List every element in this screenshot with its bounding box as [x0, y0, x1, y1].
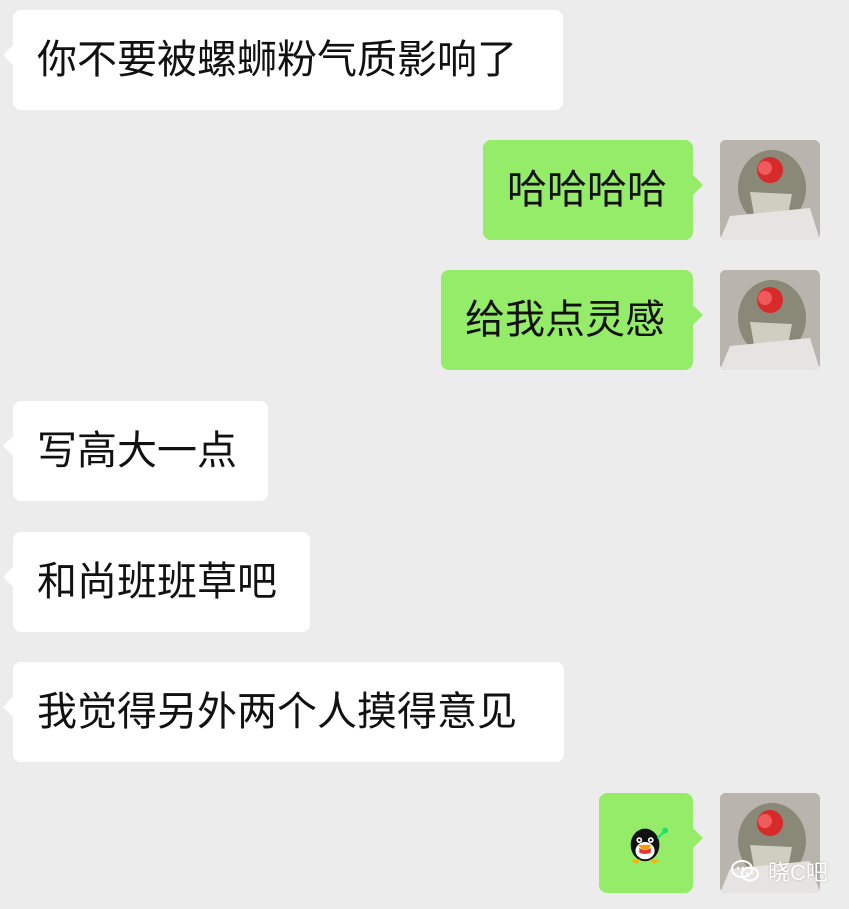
user-avatar[interactable]	[720, 270, 820, 370]
message-bubble-incoming[interactable]: 和尚班班草吧	[3, 532, 310, 632]
message-bubble-incoming[interactable]: 你不要被螺蛳粉气质影响了	[3, 10, 563, 110]
message-bubble-incoming[interactable]: 我觉得另外两个人摸得意见	[3, 662, 564, 762]
message-text: 和尚班班草吧	[37, 559, 277, 605]
message-text: 哈哈哈哈	[507, 167, 667, 213]
message-text: 写高大一点	[37, 428, 237, 474]
message-text: 给我点灵感	[465, 297, 665, 343]
message-text: 我觉得另外两个人摸得意见	[37, 689, 517, 735]
sticker-message-outgoing[interactable]	[599, 793, 703, 893]
chat-thread: 你不要被螺蛳粉气质影响了 哈哈哈哈 给我点灵感 写高大一点 和尚班班草吧 我觉得…	[0, 0, 849, 909]
penguin-sticker-icon	[630, 827, 669, 865]
message-bubble-incoming[interactable]: 写高大一点	[3, 401, 268, 501]
rose-avatar-icon	[720, 270, 820, 370]
watermark: 晓C吧	[730, 855, 828, 887]
message-bubble-outgoing[interactable]: 给我点灵感	[441, 270, 703, 370]
message-bubble-outgoing[interactable]: 哈哈哈哈	[483, 140, 703, 240]
watermark-text: 晓C吧	[768, 860, 828, 885]
message-text: 你不要被螺蛳粉气质影响了	[37, 37, 517, 83]
wechat-icon	[731, 860, 759, 882]
rose-avatar-icon	[720, 140, 820, 240]
user-avatar[interactable]	[720, 140, 820, 240]
